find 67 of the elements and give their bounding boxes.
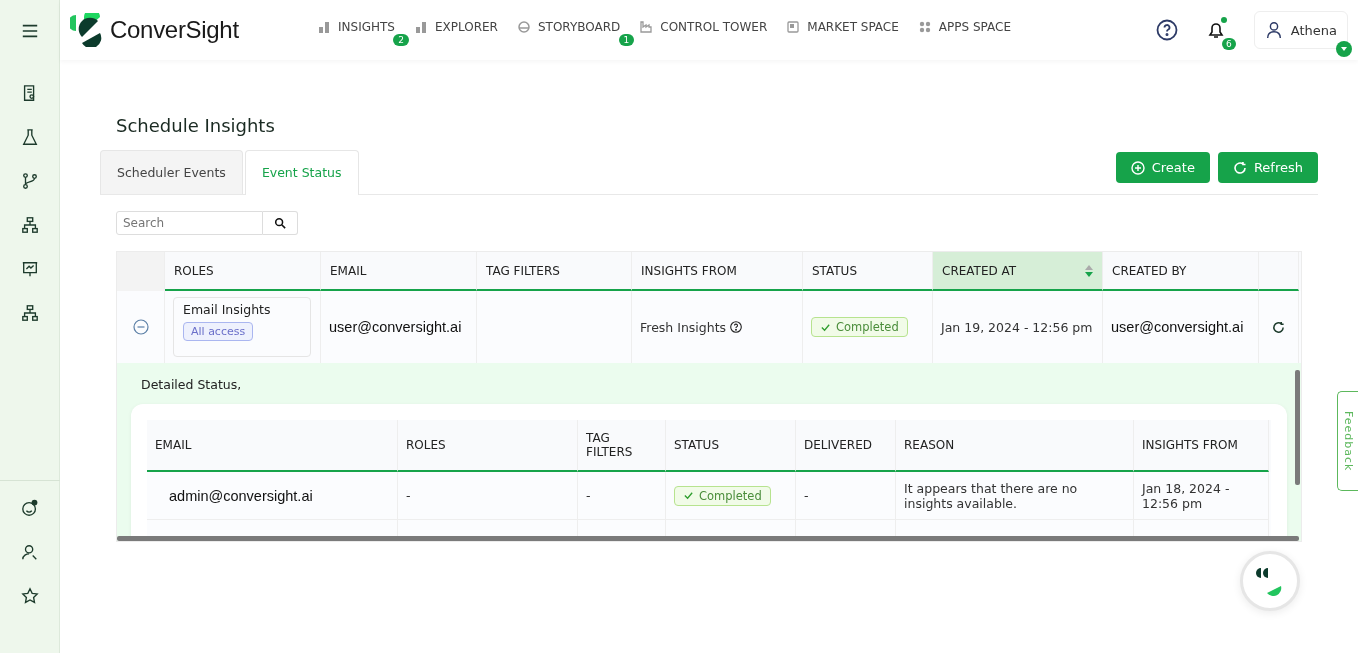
date-text: Jan 19, 2024 - 12:56 pm (941, 319, 1093, 335)
nav-link[interactable]: MARKET SPACE (787, 20, 899, 34)
nav-link[interactable]: CONTROL TOWER (640, 20, 768, 34)
status-badge: Completed (674, 485, 771, 506)
flask-icon[interactable] (20, 128, 39, 146)
user-search-icon[interactable] (20, 543, 39, 561)
hierarchy-icon[interactable] (20, 216, 39, 234)
email-text: user@conversight.ai (329, 319, 462, 335)
caret-icon[interactable] (1336, 41, 1352, 57)
presentation-icon[interactable] (20, 260, 39, 278)
column-header[interactable]: CREATED BY (1103, 252, 1259, 291)
check-icon (683, 490, 694, 501)
user-icon (1264, 21, 1283, 39)
refresh-icon (1232, 160, 1247, 175)
table-cell: - (406, 488, 411, 503)
logo-icon (70, 13, 104, 47)
nav-link[interactable]: STORYBOARD (517, 20, 621, 34)
scrollbar[interactable] (1295, 370, 1300, 485)
gauge-icon (517, 21, 530, 33)
plus-icon (1130, 160, 1145, 175)
brand-name: ConverSight (110, 16, 239, 44)
column-header[interactable]: ROLES (165, 252, 321, 291)
bar-chart-icon (318, 21, 330, 33)
star-icon[interactable] (20, 587, 39, 605)
store-icon (787, 21, 800, 33)
branch-icon[interactable] (20, 172, 39, 190)
status-badge: Completed (811, 317, 908, 337)
search-button[interactable] (263, 211, 298, 235)
sort-icon[interactable] (1085, 264, 1093, 277)
help-icon[interactable] (730, 321, 743, 333)
nav-link[interactable]: INSIGHTS (318, 20, 395, 34)
chat-button[interactable] (1240, 551, 1300, 611)
collapse-icon[interactable] (132, 319, 149, 335)
table-cell: - (586, 488, 591, 503)
user-menu-button[interactable]: Athena (1253, 11, 1348, 49)
search-field[interactable]: Search (116, 211, 263, 235)
insights-from-text: Fresh Insights (640, 319, 727, 335)
role-name: Email Insights (183, 302, 271, 317)
date-text: Jan 18, 2024 - 12:56 pm (1142, 480, 1231, 511)
table-cell: - (804, 488, 809, 503)
column-header[interactable]: CREATED AT (933, 252, 1103, 291)
detail-title: Detailed Status, (141, 377, 243, 392)
nav-link[interactable]: APPS SPACE (918, 20, 1011, 34)
column-header[interactable]: EMAIL (321, 252, 477, 291)
page-title: Schedule Insights (116, 115, 276, 136)
factory-icon (640, 21, 653, 33)
nav-link[interactable]: EXPLORER (414, 20, 498, 34)
creator-text: user@conversight.ai (1111, 319, 1244, 335)
smiley-icon[interactable] (20, 499, 39, 517)
bar-chart-icon (414, 21, 427, 33)
column-header[interactable]: INSIGHTS FROM (632, 252, 803, 291)
count-badge: 2 (393, 34, 409, 46)
count-badge: 6 (1222, 38, 1236, 50)
apps-icon (918, 21, 931, 33)
retry-icon[interactable] (1272, 320, 1285, 334)
email-text: admin@conversight.ai (168, 487, 313, 504)
hierarchy-icon[interactable] (20, 304, 39, 322)
menu-icon[interactable] (20, 22, 39, 40)
search-icon (274, 217, 286, 229)
column-header[interactable]: STATUS (803, 252, 933, 291)
scrollbar[interactable] (117, 536, 1299, 541)
count-badge: 1 (618, 34, 635, 46)
access-tag: All access (183, 322, 254, 341)
tab[interactable]: Scheduler Events (100, 150, 243, 194)
help-icon[interactable] (1155, 19, 1178, 41)
column-header[interactable]: TAG FILTERS (477, 252, 632, 291)
reason-text: It appears that there are no insights available. (904, 480, 1079, 511)
